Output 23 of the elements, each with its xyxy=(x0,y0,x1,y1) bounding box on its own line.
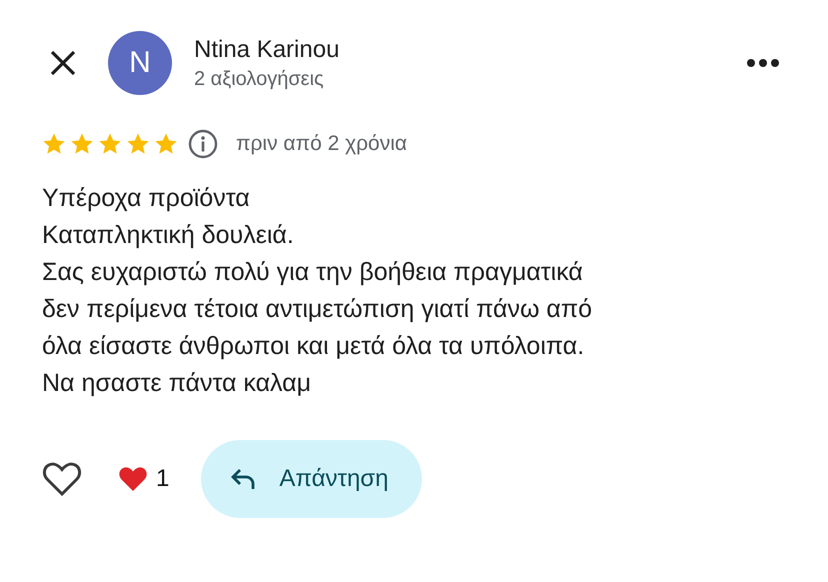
star-icon xyxy=(70,132,94,156)
star-icon xyxy=(98,132,122,156)
close-button[interactable] xyxy=(48,48,78,78)
review-text-line: όλα είσαστε άνθρωποι και μετά όλα τα υπόλοιπα. xyxy=(42,331,586,362)
review-text-line: Να ησαστε πάντα καλαμ xyxy=(42,368,312,399)
review-text-line: Σας ευχαριστώ πολύ για την βοήθεια πραγματικά xyxy=(42,257,584,288)
star-icon xyxy=(42,132,66,156)
heart-icon xyxy=(118,465,148,493)
reply-button[interactable]: Απάντηση xyxy=(201,440,422,518)
review-count: 2 αξιολογήσεις xyxy=(194,68,325,90)
reply-arrow-icon xyxy=(231,468,258,490)
avatar: N xyxy=(108,31,172,95)
review-text-line: Υπέροχα προϊόντα xyxy=(42,183,251,214)
review-time: πριν από 2 χρόνια xyxy=(236,132,408,156)
star-icon xyxy=(126,132,150,156)
reaction-count: 1 xyxy=(156,465,170,493)
like-button[interactable] xyxy=(42,461,82,497)
info-icon[interactable] xyxy=(188,129,218,159)
more-options-button[interactable] xyxy=(746,57,780,69)
star-icon xyxy=(154,132,178,156)
review-text-line: δεν περίμενα τέτοια αντιμετώπιση γιατί πάνω από xyxy=(42,294,594,325)
reviewer-name: Ntina Karinou xyxy=(194,36,340,64)
review-text-line: Καταπληκτική δουλειά. xyxy=(42,220,295,251)
